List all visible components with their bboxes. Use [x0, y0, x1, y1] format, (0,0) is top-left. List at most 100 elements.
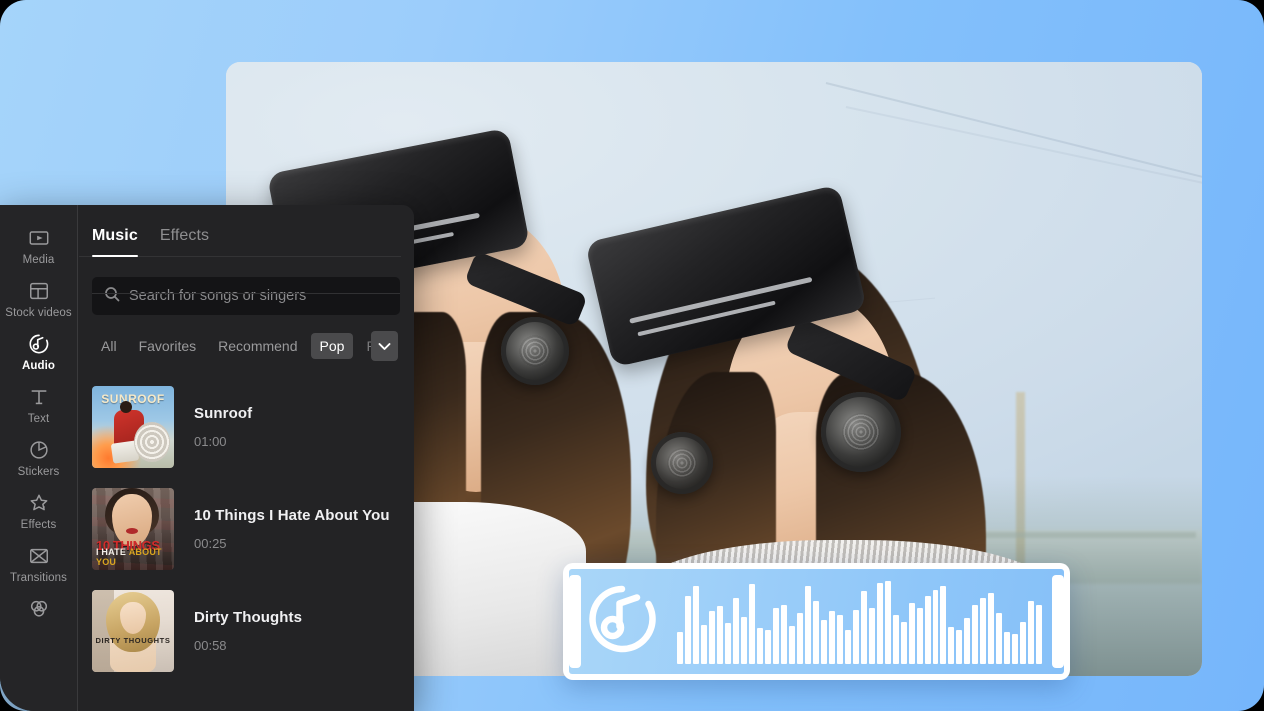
- waveform-bar: [740, 617, 747, 664]
- category-chip-row: AllFavoritesRecommendPopR: [92, 331, 414, 361]
- sidebar-item-label: Transitions: [10, 572, 67, 584]
- waveform-bar: [852, 609, 859, 664]
- waveform-bar: [1036, 604, 1043, 664]
- album-art-title: DIRTY THOUGHTS: [95, 636, 171, 645]
- sidebar-item-label: Stock videos: [5, 307, 72, 319]
- waveform-bar: [684, 596, 691, 664]
- media-icon: [28, 227, 50, 249]
- waveform-bar: [677, 631, 683, 664]
- sidebar-item-audio[interactable]: Audio: [0, 326, 77, 379]
- track-title: Dirty Thoughts: [194, 609, 303, 626]
- sidebar-item-filters[interactable]: [0, 591, 77, 626]
- waveform-bar: [812, 600, 819, 664]
- waveform-bar: [1020, 621, 1027, 664]
- audio-clip-overlay[interactable]: [563, 563, 1070, 680]
- tab-effects[interactable]: Effects: [160, 227, 209, 256]
- chevron-down-icon[interactable]: [371, 331, 398, 361]
- waveform-bar: [772, 608, 779, 664]
- track-duration: 00:58: [194, 638, 227, 653]
- sidebar-item-text[interactable]: Text: [0, 379, 77, 432]
- music-track-list: SUNROOF Sunroof 01:00 10 THINGS I HATE A…: [79, 376, 414, 682]
- tab-music[interactable]: Music: [92, 227, 138, 257]
- album-art: 10 THINGS I HATE ABOUT YOU: [92, 488, 174, 570]
- waveform-bar: [964, 618, 971, 664]
- waveform-bar: [884, 581, 891, 664]
- sidebar-item-label: Audio: [21, 360, 56, 372]
- waveform-bar: [940, 586, 947, 664]
- music-note-circle-icon: [585, 582, 659, 661]
- waveform-bar: [892, 614, 899, 664]
- transitions-icon: [28, 545, 50, 567]
- waveform-bar: [836, 614, 843, 664]
- stock-videos-icon: [28, 280, 50, 302]
- waveform-bar: [708, 611, 715, 664]
- editor-panel: Media Stock videos Audio Text Stickers E…: [0, 205, 414, 711]
- waveform-bar: [788, 625, 795, 664]
- chip-favorites[interactable]: Favorites: [130, 333, 206, 359]
- stickers-icon: [28, 439, 50, 461]
- sidebar-item-media[interactable]: Media: [0, 220, 77, 273]
- track-row[interactable]: DIRTY THOUGHTS Dirty Thoughts 00:58: [79, 580, 414, 682]
- waveform-bar: [980, 597, 987, 664]
- waveform-bar: [996, 613, 1003, 664]
- track-thumbnail[interactable]: 10 THINGS I HATE ABOUT YOU: [92, 488, 174, 570]
- waveform-bar: [764, 629, 771, 664]
- chip-all[interactable]: All: [92, 333, 126, 359]
- waveform-bar: [908, 603, 915, 664]
- audio-waveform: [677, 580, 1054, 664]
- track-row[interactable]: SUNROOF Sunroof 01:00: [79, 376, 414, 478]
- sidebar-item-effects[interactable]: Effects: [0, 485, 77, 538]
- waveform-bar: [1028, 601, 1035, 664]
- track-meta: Dirty Thoughts 00:58: [194, 609, 302, 653]
- waveform-bar: [844, 629, 851, 664]
- waveform-bar: [924, 596, 931, 664]
- waveform-bar: [780, 604, 787, 664]
- sidebar-item-label: Text: [27, 413, 50, 425]
- search-box[interactable]: Search for songs or singers: [92, 277, 400, 315]
- waveform-bar: [796, 613, 803, 664]
- chip-pop[interactable]: Pop: [310, 333, 354, 359]
- track-thumbnail[interactable]: SUNROOF: [92, 386, 174, 468]
- waveform-bar: [916, 608, 923, 664]
- track-title: 10 Things I Hate About You: [194, 507, 390, 524]
- waveform-bar: [972, 604, 979, 664]
- panel-tabs: Music Effects: [79, 205, 401, 257]
- waveform-bar: [756, 628, 763, 664]
- waveform-bar: [748, 583, 755, 664]
- album-art-title: SUNROOF: [101, 392, 165, 406]
- waveform-bar: [700, 624, 707, 664]
- track-thumbnail[interactable]: DIRTY THOUGHTS: [92, 590, 174, 672]
- sidebar-item-stock-videos[interactable]: Stock videos: [0, 273, 77, 326]
- search-input-placeholder[interactable]: Search for songs or singers: [129, 288, 306, 304]
- waveform-bar: [804, 586, 811, 664]
- waveform-bar: [828, 611, 835, 664]
- effects-icon: [28, 492, 50, 514]
- track-row[interactable]: 10 THINGS I HATE ABOUT YOU 10 Things I H…: [79, 478, 414, 580]
- album-art-subtitle: I HATE ABOUT YOU: [96, 547, 162, 567]
- track-duration: 00:25: [194, 536, 227, 551]
- waveform-bar: [932, 589, 939, 664]
- chip-recommend[interactable]: Recommend: [209, 333, 306, 359]
- search-icon: [104, 286, 120, 307]
- waveform-bar: [820, 619, 827, 664]
- sidebar-item-transitions[interactable]: Transitions: [0, 538, 77, 591]
- panel-content: Music Effects Search for songs or singers…: [79, 205, 414, 711]
- track-meta: Sunroof 01:00: [194, 405, 252, 449]
- album-art: SUNROOF: [92, 386, 174, 468]
- sidebar-item-label: Effects: [20, 519, 57, 531]
- waveform-bar: [876, 582, 883, 664]
- waveform-bar: [868, 608, 875, 664]
- text-icon: [28, 386, 50, 408]
- waveform-bar: [716, 606, 723, 664]
- waveform-bar: [724, 623, 731, 664]
- waveform-bar: [1012, 634, 1019, 664]
- sidebar-item-label: Stickers: [17, 466, 60, 478]
- waveform-bar: [860, 591, 867, 664]
- clip-trim-handle-left[interactable]: [569, 575, 581, 668]
- sidebar-item-label: Media: [22, 254, 55, 266]
- sidebar-item-stickers[interactable]: Stickers: [0, 432, 77, 485]
- waveform-bar: [948, 626, 955, 664]
- clip-trim-handle-right[interactable]: [1052, 575, 1064, 668]
- audio-clip-body[interactable]: [569, 569, 1064, 674]
- waveform-bar: [692, 586, 699, 664]
